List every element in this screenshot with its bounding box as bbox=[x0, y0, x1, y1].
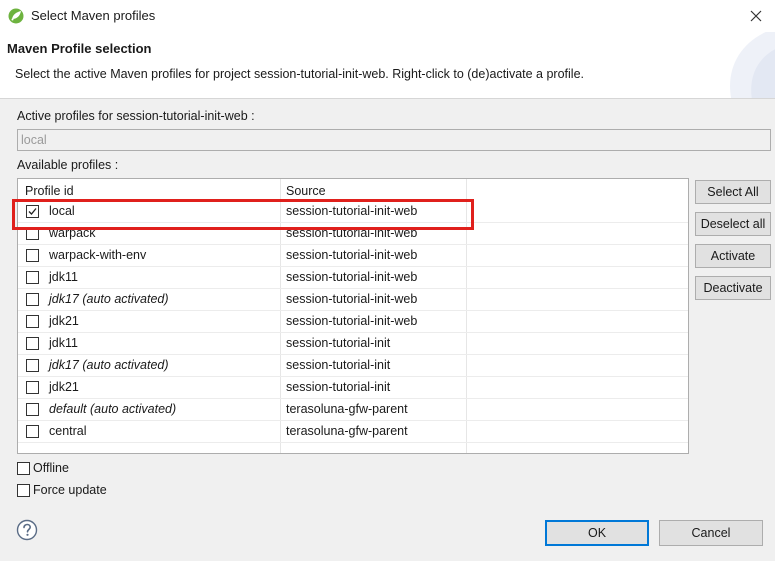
profile-id-cell: default (auto activated) bbox=[49, 402, 177, 416]
active-profiles-label: Active profiles for session-tutorial-ini… bbox=[17, 109, 255, 123]
checkmark-icon bbox=[28, 208, 37, 215]
dialog-header: Maven Profile selection Select the activ… bbox=[0, 32, 775, 99]
active-profiles-field: local bbox=[17, 129, 771, 151]
table-row[interactable]: jdk11 session-tutorial-init-web bbox=[18, 267, 688, 289]
profile-source-cell: session-tutorial-init bbox=[286, 336, 391, 350]
ok-button[interactable]: OK bbox=[545, 520, 649, 546]
table-row[interactable]: jdk21 session-tutorial-init-web bbox=[18, 311, 688, 333]
profile-checkbox[interactable] bbox=[26, 381, 39, 394]
profile-id-cell: jdk21 bbox=[49, 314, 79, 328]
table-header: Profile id Source bbox=[18, 179, 688, 201]
profile-checkbox[interactable] bbox=[26, 359, 39, 372]
header-message: Select the active Maven profiles for pro… bbox=[15, 67, 584, 81]
profile-id-cell: jdk11 bbox=[49, 336, 78, 350]
select-all-button[interactable]: Select All bbox=[695, 180, 771, 204]
close-button[interactable] bbox=[743, 4, 769, 28]
close-icon bbox=[750, 10, 762, 22]
profile-source-cell: session-tutorial-init-web bbox=[286, 226, 418, 240]
profile-source-cell: session-tutorial-init-web bbox=[286, 248, 418, 262]
table-row[interactable]: warpack-with-env session-tutorial-init-we… bbox=[18, 245, 688, 267]
profile-source-cell: session-tutorial-init-web bbox=[286, 204, 418, 218]
profile-source-cell: terasoluna-gfw-parent bbox=[286, 402, 408, 416]
profile-id-cell: local bbox=[49, 204, 75, 218]
deactivate-button[interactable]: Deactivate bbox=[695, 276, 771, 300]
table-row[interactable]: jdk17 (auto activated) session-tutorial-i… bbox=[18, 289, 688, 311]
deselect-all-button[interactable]: Deselect all bbox=[695, 212, 771, 236]
help-icon[interactable] bbox=[16, 519, 38, 541]
profile-checkbox[interactable] bbox=[26, 227, 39, 240]
title-bar: Select Maven profiles bbox=[0, 0, 775, 32]
profile-source-cell: session-tutorial-init bbox=[286, 380, 391, 394]
table-row[interactable]: local session-tutorial-init-web bbox=[18, 201, 688, 223]
profile-id-cell: warpack-with-env bbox=[49, 248, 147, 262]
profile-id-cell: jdk21 bbox=[49, 380, 79, 394]
profile-checkbox[interactable] bbox=[26, 403, 39, 416]
profile-checkbox[interactable] bbox=[26, 271, 39, 284]
profile-source-cell: session-tutorial-init bbox=[286, 358, 391, 372]
offline-checkbox[interactable] bbox=[17, 462, 30, 475]
profile-checkbox[interactable] bbox=[26, 425, 39, 438]
table-row[interactable]: warpack session-tutorial-init-web bbox=[18, 223, 688, 245]
profile-checkbox[interactable] bbox=[26, 205, 39, 218]
profile-checkbox[interactable] bbox=[26, 249, 39, 262]
table-row[interactable]: central terasoluna-gfw-parent bbox=[18, 421, 688, 443]
profile-source-cell: terasoluna-gfw-parent bbox=[286, 424, 408, 438]
column-header-source[interactable]: Source bbox=[286, 184, 326, 198]
table-row[interactable]: jdk21 session-tutorial-init bbox=[18, 377, 688, 399]
force-update-checkbox[interactable] bbox=[17, 484, 30, 497]
profile-id-cell: central bbox=[49, 424, 87, 438]
header-title: Maven Profile selection bbox=[7, 41, 152, 56]
force-update-label: Force update bbox=[33, 483, 107, 497]
cancel-button[interactable]: Cancel bbox=[659, 520, 763, 546]
profile-source-cell: session-tutorial-init-web bbox=[286, 270, 418, 284]
table-row[interactable]: jdk11 session-tutorial-init bbox=[18, 333, 688, 355]
table-row[interactable]: default (auto activated) terasoluna-gfw-p… bbox=[18, 399, 688, 421]
profile-checkbox[interactable] bbox=[26, 337, 39, 350]
profiles-table[interactable]: Profile id Source local session-tutorial-… bbox=[17, 178, 689, 454]
header-banner-decoration bbox=[730, 32, 775, 98]
profile-id-cell: jdk11 bbox=[49, 270, 78, 284]
profile-id-cell: warpack bbox=[49, 226, 96, 240]
window-title: Select Maven profiles bbox=[31, 8, 156, 23]
eclipse-spring-icon bbox=[8, 8, 24, 24]
profile-source-cell: session-tutorial-init-web bbox=[286, 292, 418, 306]
profile-checkbox[interactable] bbox=[26, 315, 39, 328]
profile-id-cell: jdk17 (auto activated) bbox=[49, 358, 169, 372]
offline-label: Offline bbox=[33, 461, 69, 475]
table-row[interactable]: jdk17 (auto activated) session-tutorial-i… bbox=[18, 355, 688, 377]
profile-checkbox[interactable] bbox=[26, 293, 39, 306]
column-header-profile-id[interactable]: Profile id bbox=[25, 184, 74, 198]
profile-id-cell: jdk17 (auto activated) bbox=[49, 292, 169, 306]
activate-button[interactable]: Activate bbox=[695, 244, 771, 268]
profile-source-cell: session-tutorial-init-web bbox=[286, 314, 418, 328]
available-profiles-label: Available profiles : bbox=[17, 158, 119, 172]
